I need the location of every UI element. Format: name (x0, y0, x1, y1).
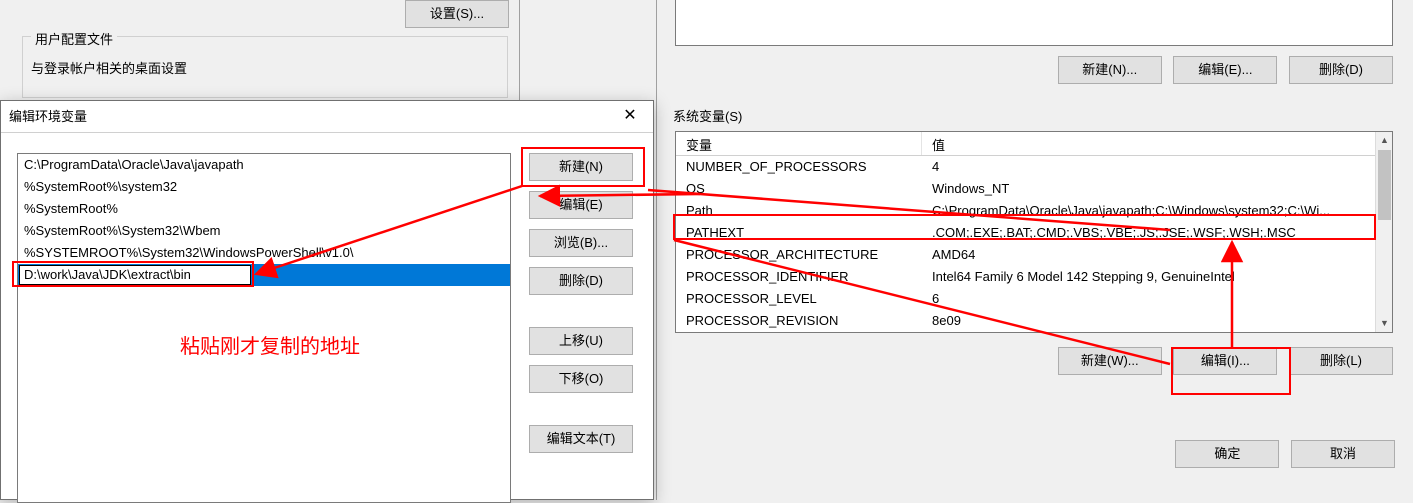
var-value: Intel64 Family 6 Model 142 Stepping 9, G… (922, 266, 1392, 288)
var-name: Path (676, 200, 922, 222)
browse-entry-button[interactable]: 浏览(B)... (529, 229, 633, 257)
table-row[interactable]: NUMBER_OF_PROCESSORS4 (676, 156, 1392, 178)
var-value: C:\ProgramData\Oracle\Java\javapath;C:\W… (922, 200, 1392, 222)
sys-delete-button[interactable]: 删除(L) (1289, 347, 1393, 375)
var-name: PROCESSOR_IDENTIFIER (676, 266, 922, 288)
user-profile-group: 用户配置文件 与登录帐户相关的桌面设置 (22, 36, 508, 98)
var-value: 8e09 (922, 310, 1392, 332)
var-name: PROCESSOR_ARCHITECTURE (676, 244, 922, 266)
var-name: OS (676, 178, 922, 200)
var-name: PROCESSOR_REVISION (676, 310, 922, 332)
edit-entry-button[interactable]: 编辑(E) (529, 191, 633, 219)
table-row[interactable]: PathC:\ProgramData\Oracle\Java\javapath;… (676, 200, 1392, 222)
col-value[interactable]: 值 (922, 132, 1392, 155)
dialog-title: 编辑环境变量 (9, 109, 87, 124)
sys-new-button[interactable]: 新建(W)... (1058, 347, 1162, 375)
env-variables-dialog: 新建(N)... 编辑(E)... 删除(D) 系统变量(S) 变量 值 NUM… (656, 0, 1413, 500)
path-entries-list[interactable]: C:\ProgramData\Oracle\Java\javapath%Syst… (17, 153, 511, 503)
path-entry-editing[interactable] (18, 264, 510, 286)
table-row[interactable]: PROCESSOR_IDENTIFIERIntel64 Family 6 Mod… (676, 266, 1392, 288)
user-profile-desc: 与登录帐户相关的桌面设置 (31, 58, 499, 77)
table-row[interactable]: PROCESSOR_ARCHITECTUREAMD64 (676, 244, 1392, 266)
user-edit-button[interactable]: 编辑(E)... (1173, 56, 1277, 84)
path-entry-input[interactable] (19, 265, 251, 285)
close-button[interactable]: ✕ (607, 101, 653, 132)
user-delete-button[interactable]: 删除(D) (1289, 56, 1393, 84)
settings-button[interactable]: 设置(S)... (405, 0, 509, 28)
ok-button[interactable]: 确定 (1175, 440, 1279, 468)
var-name: PROCESSOR_LEVEL (676, 288, 922, 310)
scrollbar[interactable]: ▲ ▼ (1375, 132, 1392, 332)
path-entry[interactable]: C:\ProgramData\Oracle\Java\javapath (18, 154, 510, 176)
user-profile-title: 用户配置文件 (31, 29, 117, 48)
scroll-up-icon[interactable]: ▲ (1376, 132, 1393, 149)
table-row[interactable]: PATHEXT.COM;.EXE;.BAT;.CMD;.VBS;.VBE;.JS… (676, 222, 1392, 244)
close-icon: ✕ (623, 107, 636, 124)
edit-env-variable-dialog: 编辑环境变量 ✕ C:\ProgramData\Oracle\Java\java… (0, 100, 654, 500)
path-entry[interactable]: %SystemRoot%\system32 (18, 176, 510, 198)
delete-entry-button[interactable]: 删除(D) (529, 267, 633, 295)
system-variables-table[interactable]: 变量 值 NUMBER_OF_PROCESSORS4OSWindows_NTPa… (675, 131, 1393, 333)
table-row[interactable]: OSWindows_NT (676, 178, 1392, 200)
var-value: 4 (922, 156, 1392, 178)
table-row[interactable]: PROCESSOR_REVISION8e09 (676, 310, 1392, 332)
table-row[interactable]: PROCESSOR_LEVEL6 (676, 288, 1392, 310)
path-entry[interactable]: %SystemRoot% (18, 198, 510, 220)
var-name: PATHEXT (676, 222, 922, 244)
user-variables-table[interactable] (675, 0, 1393, 46)
var-value: AMD64 (922, 244, 1392, 266)
var-value: Windows_NT (922, 178, 1392, 200)
edit-text-button[interactable]: 编辑文本(T) (529, 425, 633, 453)
system-properties-panel: 设置(S)... 用户配置文件 与登录帐户相关的桌面设置 (0, 0, 520, 100)
system-variables-label: 系统变量(S) (673, 106, 1397, 125)
scroll-down-icon[interactable]: ▼ (1376, 315, 1393, 332)
var-name: NUMBER_OF_PROCESSORS (676, 156, 922, 178)
cancel-button[interactable]: 取消 (1291, 440, 1395, 468)
new-entry-button[interactable]: 新建(N) (529, 153, 633, 181)
var-value: .COM;.EXE;.BAT;.CMD;.VBS;.VBE;.JS;.JSE;.… (922, 222, 1392, 244)
user-new-button[interactable]: 新建(N)... (1058, 56, 1162, 84)
move-down-button[interactable]: 下移(O) (529, 365, 633, 393)
var-value: 6 (922, 288, 1392, 310)
sys-edit-button[interactable]: 编辑(I)... (1173, 347, 1277, 375)
scroll-thumb[interactable] (1378, 150, 1391, 220)
dialog-titlebar[interactable]: 编辑环境变量 ✕ (1, 101, 653, 133)
move-up-button[interactable]: 上移(U) (529, 327, 633, 355)
path-entry[interactable]: %SYSTEMROOT%\System32\WindowsPowerShell\… (18, 242, 510, 264)
col-variable[interactable]: 变量 (676, 132, 922, 155)
path-entry[interactable]: %SystemRoot%\System32\Wbem (18, 220, 510, 242)
